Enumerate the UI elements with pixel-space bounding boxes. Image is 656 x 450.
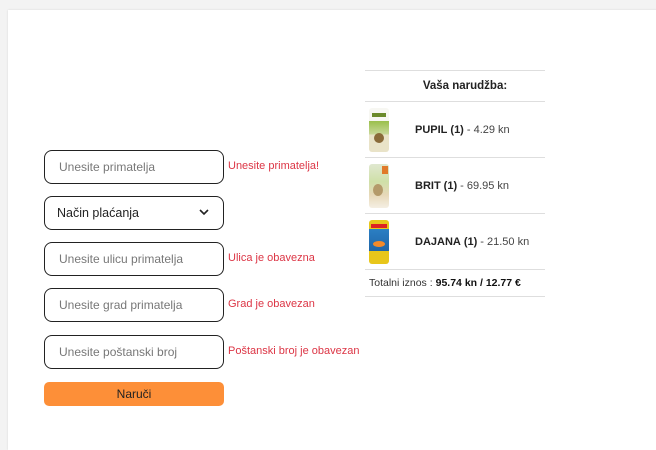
street-input[interactable]: Unesite ulicu primatelja: [44, 242, 224, 276]
payment-method-value: Način plaćanja: [57, 206, 139, 220]
city-error: Grad je obavezan: [228, 298, 315, 310]
item-qty: (1): [450, 123, 464, 136]
item-name: PUPIL: [415, 123, 448, 136]
item-qty: (1): [443, 179, 458, 192]
postal-placeholder: Unesite poštanski broj: [59, 345, 178, 359]
pupil-product-image: [369, 107, 389, 152]
total-value: 95.74 kn / 12.77 €: [435, 277, 521, 289]
street-error: Ulica je obavezna: [228, 252, 315, 264]
chevron-down-icon: [199, 207, 209, 219]
brit-product-image: [369, 163, 389, 208]
order-title: Vaša narudžba:: [422, 80, 508, 92]
total-label: Totalni iznos :: [369, 277, 433, 289]
item-name: BRIT: [415, 179, 441, 192]
city-placeholder: Unesite grad primatelja: [59, 298, 183, 312]
item-price: - 4.29 kn: [466, 123, 510, 136]
order-item: PUPIL (1) - 4.29 kn: [365, 102, 545, 157]
divider: [365, 296, 545, 297]
item-qty: (1): [463, 235, 478, 248]
order-item: BRIT (1) - 69.95 kn: [365, 158, 545, 213]
order-submit-button[interactable]: Naruči: [44, 382, 224, 406]
recipient-placeholder: Unesite primatelja: [59, 160, 156, 174]
payment-method-select[interactable]: Način plaćanja: [44, 196, 224, 230]
order-summary: Vaša narudžba: PUPIL (1) - 4.29 kn BRIT …: [365, 70, 545, 297]
recipient-input[interactable]: Unesite primatelja: [44, 150, 224, 184]
recipient-error: Unesite primatelja!: [228, 160, 320, 172]
order-total: Totalni iznos : 95.74 kn / 12.77 €: [365, 270, 545, 296]
item-price: - 21.50 kn: [480, 235, 530, 248]
postal-code-input[interactable]: Unesite poštanski broj: [44, 335, 224, 369]
postal-code-error: Poštanski broj je obavezan: [228, 345, 360, 357]
order-item: DAJANA (1) - 21.50 kn: [365, 214, 545, 269]
item-price: - 69.95 kn: [460, 179, 510, 192]
dajana-product-image: [369, 219, 389, 264]
city-input[interactable]: Unesite grad primatelja: [44, 288, 224, 322]
street-placeholder: Unesite ulicu primatelja: [59, 252, 184, 266]
item-name: DAJANA: [415, 235, 461, 248]
